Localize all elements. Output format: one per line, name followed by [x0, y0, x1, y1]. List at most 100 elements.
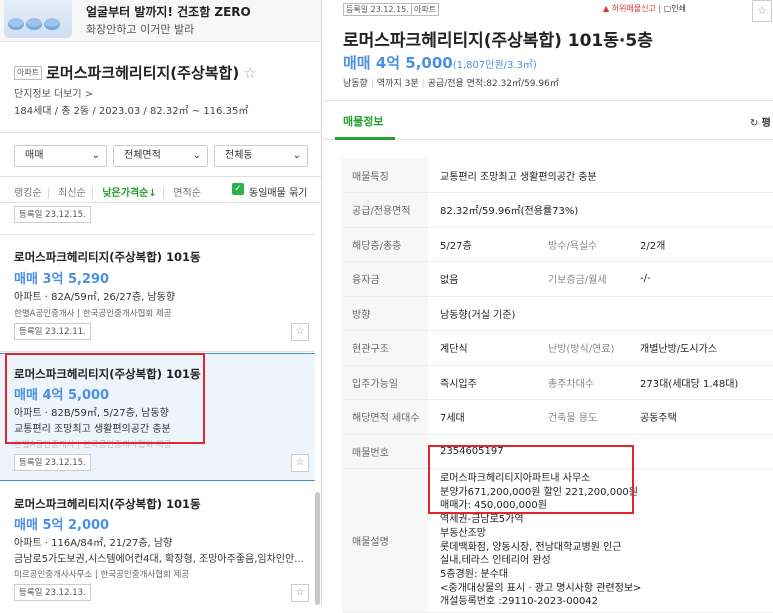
row-label: 난방(방식/연료)	[538, 330, 628, 366]
sort-ranking[interactable]: 랭킹순	[14, 188, 42, 199]
check-icon: ✓	[234, 184, 242, 194]
refresh-label: 평	[761, 118, 771, 129]
row-value: 계단식	[428, 330, 538, 366]
table-row: 융자금 없음 기보증금/월세 -/-	[342, 261, 773, 297]
row-value: -/-	[628, 261, 773, 297]
row-value: 교통편리 조망최고 생활편의공간 충분	[428, 158, 773, 193]
detail-price: 매매 4억 5,000(1,807만원/3.3㎡)	[343, 52, 537, 73]
star-icon[interactable]: ☆	[752, 0, 772, 22]
detail-type-tag: 아파트	[411, 3, 440, 16]
complex-type-tag: 아파트	[14, 65, 43, 80]
list-scrollbar[interactable]	[315, 492, 320, 605]
trade-type-select[interactable]: 매매 ⌄	[14, 145, 107, 167]
row-value: 공동주택	[628, 399, 773, 435]
ad-product-image	[4, 0, 72, 38]
listing-info-table: 매물특징 교통편리 조망최고 생활편의공간 충분 공급/전용면적 82.32㎡/59…	[342, 158, 773, 613]
listing-price: 매매 5억 2,000	[14, 518, 110, 533]
detail-date-tag: 등록일 23.12.15.	[343, 3, 412, 16]
print-label[interactable]: 인쇄	[671, 4, 686, 13]
refresh-icon: ↻	[750, 118, 762, 129]
detail-tabbar	[323, 100, 773, 140]
listing-date: 등록일 23.12.11.	[14, 323, 91, 340]
row-value: 즉시입주	[428, 365, 538, 400]
desc-line: 역세권-금남로5가역	[440, 514, 524, 526]
row-label: 매물설명	[342, 468, 428, 613]
sort-area[interactable]: 면적순	[173, 188, 201, 199]
listing-panel: 얼굴부터 발까지! 건조함 ZERO 화장안하고 이거만 발라 아파트 로머스파크…	[0, 0, 322, 605]
listing-title: 로머스파크헤리티지(주상복합) 101동	[14, 250, 201, 264]
highlight-box	[5, 353, 205, 444]
table-row: 해당층/총층 5/27층 방수/욕실수 2/2개	[342, 227, 773, 262]
ad-headline: 얼굴부터 발까지! 건조함 ZERO	[86, 5, 251, 19]
row-label: 공급/전용면적	[342, 192, 428, 228]
divider	[0, 132, 321, 133]
trade-type-value: 매매	[25, 150, 44, 161]
table-row: 공급/전용면적 82.32㎡/59.96㎡(전용률73%)	[342, 192, 773, 228]
same-listing-label: 동일매물 묶기	[249, 188, 308, 199]
sort-low-price[interactable]: 낮은가격순↓	[102, 188, 156, 199]
desc-line: 롯데백화점, 양동시장, 전남대학교병원 인근	[440, 541, 622, 553]
desc-line: 실내,테라스 인테리어 완성	[440, 555, 551, 567]
detail-title: 로머스파크헤리티지(주상복합) 101동·5층	[343, 31, 653, 51]
complex-summary: 184세대 / 총 2동 / 2023.03 / 82.32㎡ ~ 116.35…	[14, 106, 249, 117]
report-link[interactable]: ▲ 허위매물신고 | ▢인쇄	[603, 3, 686, 14]
row-label: 기보증금/월세	[538, 261, 628, 297]
listing-date: 등록일 23.12.15.	[14, 454, 91, 471]
star-icon[interactable]: ☆	[291, 584, 309, 602]
star-icon[interactable]: ☆	[291, 323, 309, 341]
listing-agent: 한별A공인중개사 | 한국공인중개사협회 제공	[14, 309, 172, 319]
complex-header: 아파트 로머스파크헤리티지(주상복합) ☆	[14, 62, 314, 83]
same-listing-checkbox[interactable]: ✓	[232, 183, 244, 195]
listing-date: 등록일 23.12.15.	[14, 206, 91, 223]
row-label: 건축물 용도	[538, 399, 628, 435]
tab-active-indicator	[335, 137, 395, 140]
detail-station: 역까지 3분	[376, 79, 419, 89]
detail-summary: 남동향 | 역까지 3분 | 공급/전용 면적:82.32㎡/59.96㎡	[343, 79, 559, 89]
row-value: 82.32㎡/59.96㎡(전용률73%)	[428, 192, 773, 228]
listing-date: 등록일 23.12.13.	[14, 584, 91, 601]
table-row: 현관구조 계단식 난방(방식/연료) 개별난방/도시가스	[342, 330, 773, 366]
sort-latest[interactable]: 최신순	[58, 188, 86, 199]
desc-line: 5층경원: 분수대	[440, 568, 509, 580]
ad-subline: 화장안하고 이거만 발라	[86, 23, 195, 36]
row-value: 5/27층	[428, 227, 538, 262]
table-row: 방향 남동향(거실 기준)	[342, 296, 773, 331]
table-row: 매물특징 교통편리 조망최고 생활편의공간 충분	[342, 158, 773, 193]
desc-line: <중개대상물의 표시 · 광고 명시사항 관련정보>	[440, 582, 642, 594]
list-item[interactable]: 등록일 23.12.15.	[0, 205, 315, 235]
tab-listing-info[interactable]: 매물정보	[343, 113, 383, 129]
list-item[interactable]: 로머스파크헤리티지(주상복합) 101동 매매 5억 2,000 아파트 · 1…	[0, 482, 315, 605]
list-item[interactable]: 로머스파크헤리티지(주상복합) 101동 매매 3억 5,290 아파트 · 8…	[0, 235, 315, 352]
refresh-button[interactable]: ↻ 평	[750, 114, 771, 129]
ad-banner[interactable]: 얼굴부터 발까지! 건조함 ZERO 화장안하고 이거만 발라	[0, 0, 321, 42]
star-icon[interactable]: ☆	[243, 64, 256, 82]
row-value: 남동향(거실 기준)	[428, 296, 773, 331]
highlight-box	[428, 445, 634, 514]
divider	[0, 176, 321, 177]
complex-more-link[interactable]: 단지정보 더보기 >	[14, 85, 93, 100]
area-select[interactable]: 전체면적 ⌄	[113, 145, 208, 167]
row-label: 매물번호	[342, 434, 428, 469]
row-value: 없음	[428, 261, 538, 297]
detail-area: 공급/전용 면적:82.32㎡/59.96㎡	[427, 79, 559, 89]
detail-direction: 남동향	[343, 79, 368, 89]
row-label: 해당면적 세대수	[342, 399, 428, 435]
row-label: 방향	[342, 296, 428, 331]
dong-select[interactable]: 전체동 ⌄	[214, 145, 308, 167]
table-row: 해당면적 세대수 7세대 건축물 용도 공동주택	[342, 399, 773, 435]
row-value: 개별난방/도시가스	[628, 330, 773, 366]
row-value: 273대(세대당 1.48대)	[628, 365, 773, 400]
chevron-down-icon: ⌄	[192, 150, 201, 161]
listing-desc: 아파트 · 116A/84㎡, 21/27층, 남향	[14, 538, 173, 549]
row-label: 총주차대수	[538, 365, 628, 400]
siren-icon: ▲	[603, 4, 612, 13]
star-icon[interactable]: ☆	[291, 454, 309, 472]
row-label: 융자금	[342, 261, 428, 297]
table-row: 입주가능일 즉시입주 총주차대수 273대(세대당 1.48대)	[342, 365, 773, 400]
row-label: 현관구조	[342, 330, 428, 366]
desc-line: 부동산조망	[440, 527, 486, 539]
listing-desc: 아파트 · 82A/59㎡, 26/27층, 남동향	[14, 292, 176, 303]
dong-value: 전체동	[225, 150, 253, 161]
row-value: 7세대	[428, 399, 538, 435]
complex-name: 로머스파크헤리티지(주상복합)	[46, 64, 240, 82]
